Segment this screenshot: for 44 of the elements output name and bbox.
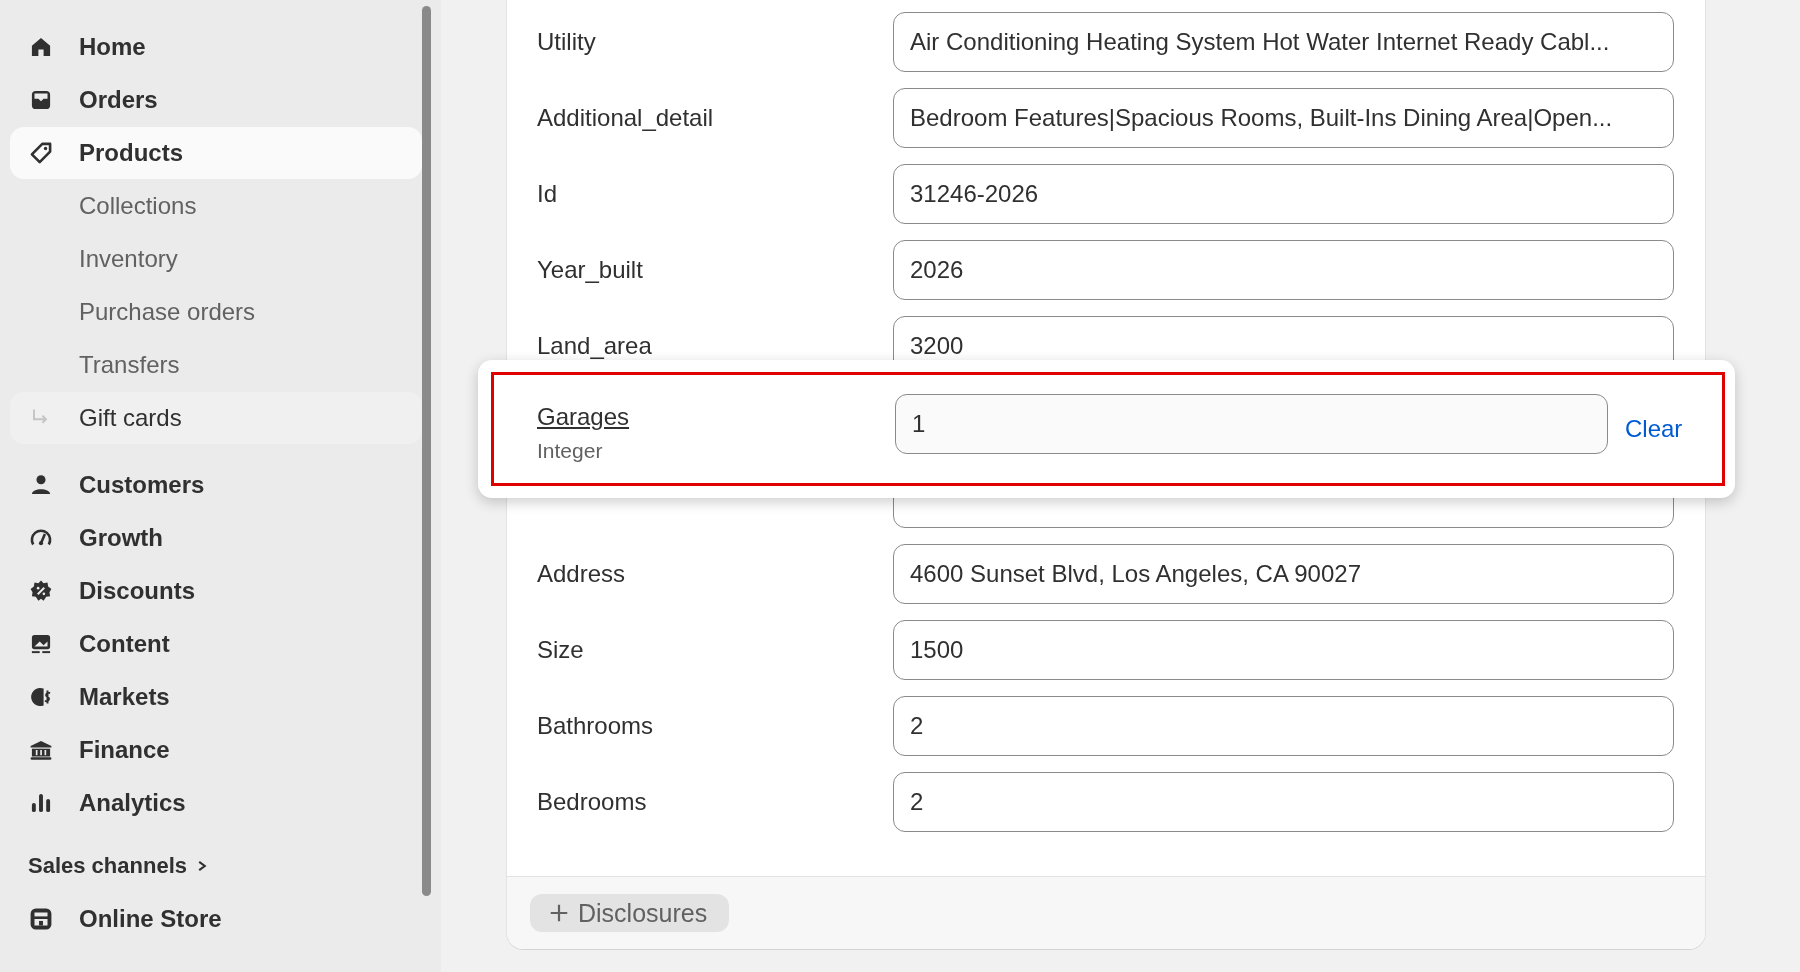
nav-item[interactable]: Products bbox=[10, 127, 422, 179]
text-field[interactable]: 2 bbox=[893, 772, 1674, 832]
nav-item[interactable]: Finance bbox=[10, 724, 422, 776]
field-type: Integer bbox=[537, 439, 604, 463]
nav-subitem[interactable]: Transfers bbox=[10, 339, 422, 391]
field-label: Utility bbox=[537, 28, 597, 56]
nav-subitem[interactable]: Inventory bbox=[10, 233, 422, 285]
nav-item[interactable]: Content bbox=[10, 618, 422, 670]
nav-item[interactable]: Online Store bbox=[10, 893, 422, 945]
text-field[interactable]: 2 bbox=[893, 696, 1674, 756]
nav-item[interactable]: Markets bbox=[10, 671, 422, 723]
text-field[interactable]: Air Conditioning Heating System Hot Water Internet Ready Cabl... bbox=[893, 12, 1674, 72]
text-field[interactable]: 2026 bbox=[893, 240, 1674, 300]
badge-icon bbox=[28, 578, 54, 604]
nav-subitem[interactable]: Collections bbox=[10, 180, 422, 232]
plus-icon bbox=[548, 902, 570, 924]
text-field[interactable]: 31246-2026 bbox=[893, 164, 1674, 224]
nav-subitem[interactable]: Purchase orders bbox=[10, 286, 422, 338]
field-label: Additional_detail bbox=[537, 104, 715, 132]
field-label: Bathrooms bbox=[537, 712, 655, 740]
number-field[interactable]: 1 bbox=[895, 394, 1608, 454]
tag-icon bbox=[28, 140, 54, 166]
scrollbar[interactable] bbox=[422, 6, 431, 896]
nav-item[interactable]: Analytics bbox=[10, 777, 422, 829]
field-label: Year_built bbox=[537, 256, 644, 284]
nav-item[interactable]: Customers bbox=[10, 459, 422, 511]
disclosures-button[interactable]: Disclosures bbox=[530, 894, 730, 932]
text-field[interactable]: 1500 bbox=[893, 620, 1674, 680]
nav-item[interactable]: Home bbox=[10, 21, 422, 73]
field-link[interactable]: Garages bbox=[537, 403, 630, 431]
nav-item[interactable]: Discounts bbox=[10, 565, 422, 617]
text-field[interactable]: 4600 Sunset Blvd, Los Angeles, CA 90027 bbox=[893, 544, 1674, 604]
text-field[interactable]: Bedroom Features|Spacious Rooms, Built-Ins Dining Area|Open... bbox=[893, 88, 1674, 148]
clear-link[interactable]: Clear bbox=[1625, 415, 1683, 443]
nav-item[interactable]: Orders bbox=[10, 74, 422, 126]
nav-item[interactable]: Growth bbox=[10, 512, 422, 564]
store-icon bbox=[28, 906, 54, 932]
field-label: Bedrooms bbox=[537, 788, 648, 816]
nav-subitem[interactable]: Gift cards bbox=[10, 392, 422, 444]
field-label: Land_area bbox=[537, 332, 653, 360]
field-label: Address bbox=[537, 560, 627, 588]
section-link[interactable]: Sales channels bbox=[10, 830, 422, 892]
field-label: Size bbox=[537, 636, 585, 664]
field-label: Id bbox=[537, 180, 558, 208]
